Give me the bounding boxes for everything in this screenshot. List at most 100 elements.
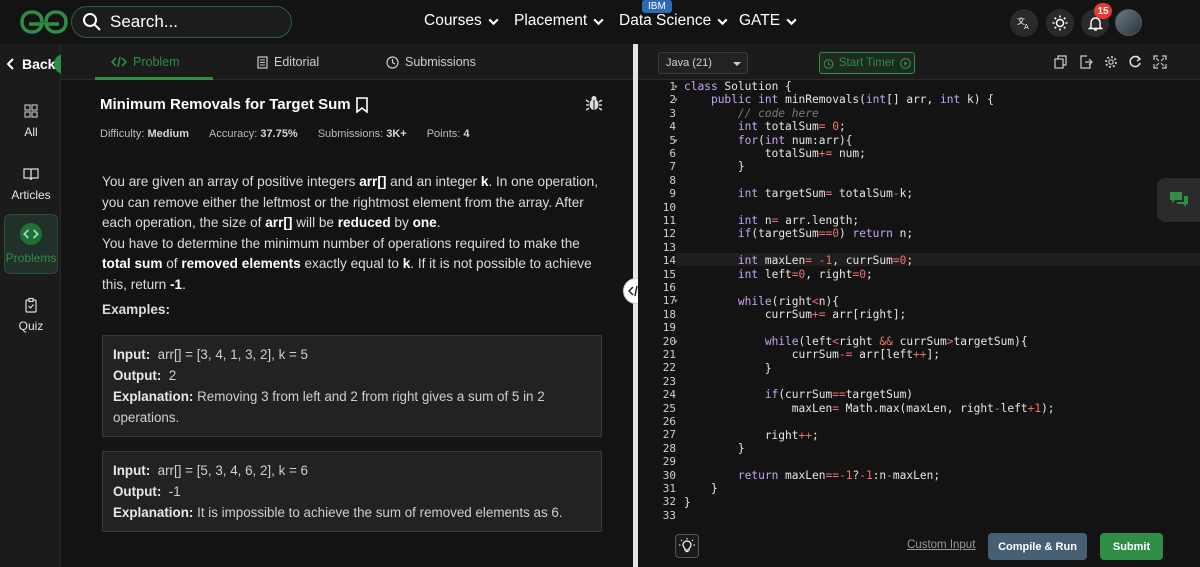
chevron-down-icon [717,18,728,25]
fullscreen-icon[interactable] [1153,55,1167,69]
document-icon [257,55,268,69]
examples-heading: Examples: [102,302,171,317]
sidebar-item-problems[interactable]: Problems [4,214,58,274]
tab-editorial[interactable]: Editorial [257,44,319,80]
bookmark-icon[interactable] [355,96,369,113]
example-box-1: Input: arr[] = [3, 4, 1, 3, 2], k = 5 Ou… [102,335,602,437]
line-number: 9 [669,187,676,201]
clipboard-icon [25,297,37,313]
tab-submissions-label: Submissions [405,55,476,69]
line-number: 29 [662,455,676,469]
hint-button[interactable] [675,534,699,558]
theme-toggle-button[interactable] [1046,9,1074,37]
tab-editorial-label: Editorial [274,55,320,69]
code-icon [111,56,127,68]
reset-icon[interactable] [1128,55,1142,69]
line-number: 8 [669,173,676,187]
line-number: 25 [662,401,676,415]
start-timer-button[interactable]: Start Timer [819,52,915,74]
line-number: 22 [662,361,676,375]
line-number: 32 [662,495,676,509]
sidebar-item-label: Articles [11,188,51,202]
lightbulb-icon [679,538,695,553]
line-number: 10 [662,200,676,214]
fold-toggle-icon[interactable]: ▾ [674,83,678,91]
search-placeholder: Search... [110,12,179,31]
left-sidebar: Back All Articles Problems Quiz [0,44,74,567]
sidebar-item-label: All [24,125,38,139]
gfg-logo-icon[interactable] [20,9,68,35]
user-avatar[interactable] [1115,9,1142,36]
line-number: 20 [662,334,676,348]
fold-toggle-icon[interactable]: ▾ [674,96,678,104]
chat-bubble-icon [1169,192,1188,207]
nav-data-science[interactable]: Data Science [619,12,729,30]
fold-toggle-icon[interactable]: ▾ [674,137,678,145]
chevron-down-icon [488,18,499,25]
nav-placement-label: Placement [514,12,588,29]
tab-problem-label: Problem [133,55,180,69]
line-number: 26 [662,415,676,428]
problem-title: Minimum Removals for Target Sum [100,96,369,113]
line-number: 1 [669,80,676,93]
accuracy: Accuracy: 37.75% [209,128,298,140]
code-content[interactable]: class Solution { public int minRemovals(… [684,80,1055,509]
line-number: 16 [662,281,676,294]
fold-toggle-icon[interactable]: ▾ [674,297,678,305]
problem-description: You are given an array of positive integ… [102,174,599,292]
line-number: 31 [662,482,676,495]
language-select[interactable]: Java (21) [658,52,748,74]
line-number: 6 [669,147,676,160]
code-editor[interactable]: 1 ▾ 2 ▾ 3 4 5 ▾ 6 7 8 9 10 11 12 13 14 15 16 17 ▾ 18 19 20 ▾ 21 22… [638,80,1200,530]
line-number: 5 [669,133,676,147]
settings-gear-icon[interactable] [1104,55,1118,69]
editor-footer: Custom Input Compile & Run Submit [638,530,1200,567]
report-bug-icon[interactable] [585,94,603,112]
nav-gate-label: GATE [739,12,781,29]
export-icon[interactable] [1079,55,1093,69]
line-number: 15 [662,267,676,281]
line-number: 11 [662,214,676,227]
nav-placement[interactable]: Placement [514,12,605,30]
back-label: Back [22,56,56,72]
line-number: 4 [669,120,676,134]
translate-button[interactable]: 文 A [1010,9,1038,37]
line-number: 3 [669,106,676,120]
chat-button[interactable] [1157,178,1200,222]
sidebar-item-quiz[interactable]: Quiz [4,286,58,344]
line-number: 2 [669,93,676,107]
search-box[interactable]: Search... [71,6,292,38]
line-number: 28 [662,441,676,455]
translate-icon: 文 A [1017,16,1029,30]
problem-title-text: Minimum Removals for Target Sum [100,96,351,113]
line-number: 33 [662,508,676,522]
copy-icon[interactable] [1054,55,1068,69]
submissions-count: Submissions: 3K+ [317,128,407,140]
compile-run-button[interactable]: Compile & Run [988,533,1087,560]
line-number: 18 [662,307,676,321]
problem-meta: Difficulty: Medium Accuracy: 37.75% Subm… [100,128,470,140]
tab-problem[interactable]: Problem [111,44,180,80]
editor-toolbar: Java (21) Start Timer [638,44,1200,80]
sidebar-item-label: Problems [5,251,57,265]
line-number: 14 [662,254,676,268]
sun-icon [1052,15,1068,31]
line-number: 30 [662,468,676,482]
nav-courses[interactable]: Courses [424,12,500,30]
grid-icon [24,104,38,118]
code-icon [20,223,42,245]
fold-toggle-icon[interactable]: ▾ [674,338,678,346]
tab-submissions[interactable]: Submissions [386,44,476,80]
chevron-down-icon [593,18,604,25]
chevron-down-icon [786,18,797,25]
submit-button[interactable]: Submit [1100,533,1163,560]
nav-courses-label: Courses [424,12,482,29]
notification-count-badge: 15 [1094,3,1112,19]
custom-input-link[interactable]: Custom Input [907,539,975,551]
sidebar-item-all[interactable]: All [4,92,58,150]
sidebar-item-label: Quiz [18,319,44,333]
book-icon [23,168,39,181]
sidebar-item-articles[interactable]: Articles [4,155,58,213]
nav-gate[interactable]: GATE [739,12,798,30]
problem-panel: Minimum Removals for Target Sum Difficul… [61,80,633,567]
